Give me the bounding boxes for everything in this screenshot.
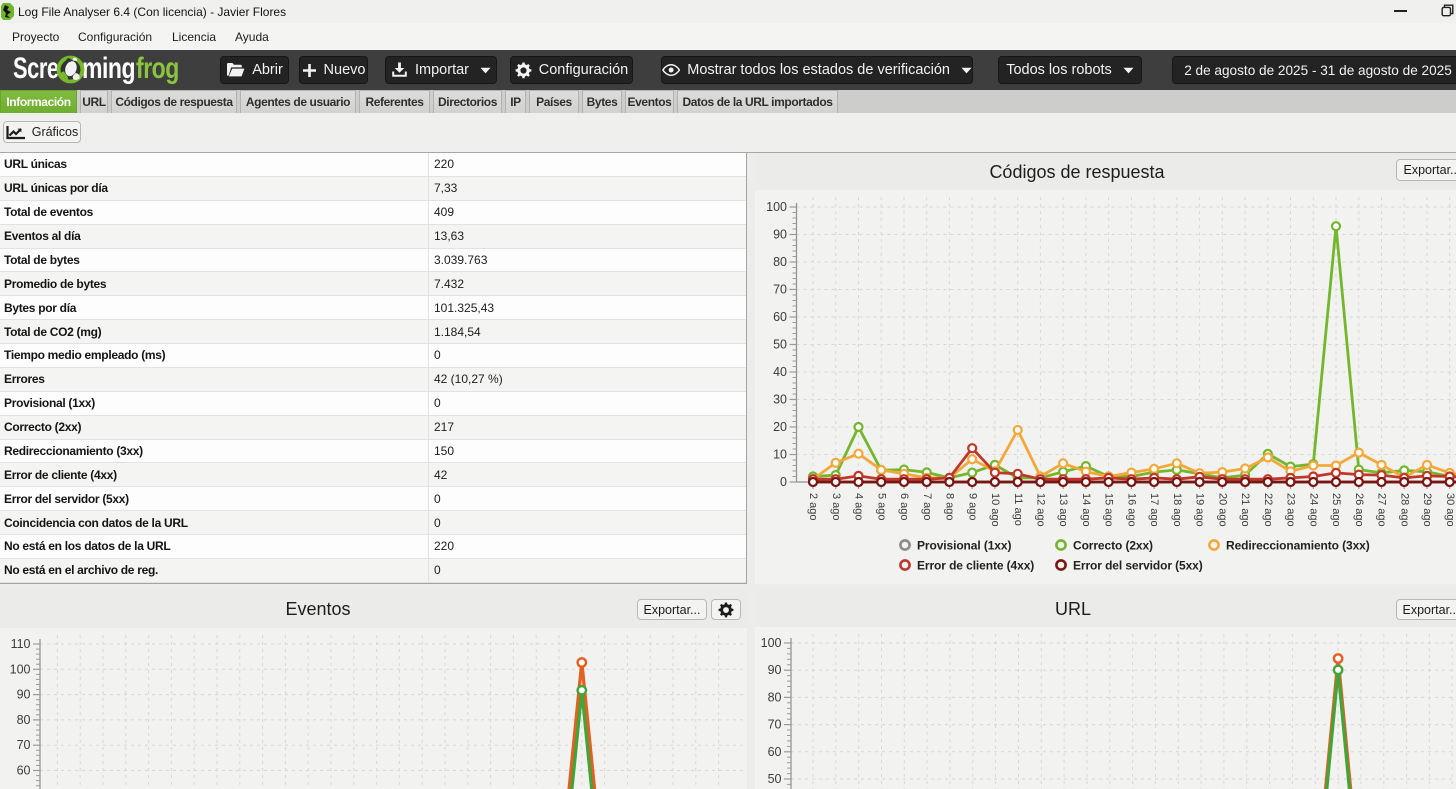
svg-text:70: 70: [773, 283, 787, 297]
svg-text:Error de cliente (4xx): Error de cliente (4xx): [917, 559, 1034, 573]
svg-text:0: 0: [780, 475, 787, 489]
svg-text:80: 80: [17, 713, 31, 727]
svg-text:60: 60: [773, 310, 787, 324]
svg-text:14 ago: 14 ago: [1080, 493, 1092, 527]
svg-text:10: 10: [773, 448, 787, 462]
svg-text:Redireccionamiento (3xx): Redireccionamiento (3xx): [1226, 539, 1370, 553]
svg-text:28 ago: 28 ago: [1398, 493, 1410, 527]
svg-text:50: 50: [768, 772, 782, 786]
svg-text:26 ago: 26 ago: [1353, 493, 1365, 527]
svg-text:20 ago: 20 ago: [1216, 493, 1228, 527]
svg-text:21 ago: 21 ago: [1239, 493, 1251, 527]
svg-text:9 ago: 9 ago: [966, 493, 978, 521]
svg-text:40: 40: [773, 365, 787, 379]
svg-text:20: 20: [773, 420, 787, 434]
svg-text:80: 80: [768, 690, 782, 704]
svg-text:70: 70: [768, 718, 782, 732]
svg-text:10 ago: 10 ago: [989, 493, 1001, 527]
svg-text:90: 90: [768, 663, 782, 677]
svg-text:100: 100: [766, 200, 787, 214]
svg-text:5 ago: 5 ago: [875, 493, 887, 521]
svg-text:80: 80: [773, 255, 787, 269]
svg-text:30: 30: [773, 393, 787, 407]
svg-text:18 ago: 18 ago: [1171, 493, 1183, 527]
svg-text:Correcto (2xx): Correcto (2xx): [1073, 539, 1153, 553]
svg-text:50: 50: [773, 338, 787, 352]
svg-text:90: 90: [17, 688, 31, 702]
svg-text:16 ago: 16 ago: [1125, 493, 1137, 527]
svg-text:Provisional (1xx): Provisional (1xx): [917, 539, 1011, 553]
svg-text:29 ago: 29 ago: [1421, 493, 1433, 527]
svg-text:22 ago: 22 ago: [1262, 493, 1274, 527]
svg-text:90: 90: [773, 228, 787, 242]
svg-text:25 ago: 25 ago: [1330, 493, 1342, 527]
svg-text:6 ago: 6 ago: [898, 493, 910, 521]
svg-text:3 ago: 3 ago: [830, 493, 842, 521]
svg-text:19 ago: 19 ago: [1194, 493, 1206, 527]
svg-text:17 ago: 17 ago: [1148, 493, 1160, 527]
svg-text:110: 110: [11, 637, 31, 651]
svg-text:8 ago: 8 ago: [943, 493, 955, 521]
svg-text:15 ago: 15 ago: [1103, 493, 1115, 527]
svg-text:27 ago: 27 ago: [1376, 493, 1388, 527]
svg-text:60: 60: [768, 745, 782, 759]
svg-text:2 ago: 2 ago: [807, 493, 819, 521]
svg-text:30 ago: 30 ago: [1444, 493, 1456, 527]
svg-text:12 ago: 12 ago: [1034, 493, 1046, 527]
svg-text:13 ago: 13 ago: [1057, 493, 1069, 527]
svg-text:23 ago: 23 ago: [1285, 493, 1297, 527]
svg-text:60: 60: [17, 764, 31, 778]
svg-text:100: 100: [10, 662, 31, 676]
svg-text:100: 100: [761, 636, 782, 650]
svg-text:24 ago: 24 ago: [1307, 493, 1319, 527]
svg-text:4 ago: 4 ago: [853, 493, 865, 521]
svg-text:7 ago: 7 ago: [921, 493, 933, 521]
svg-text:Error del servidor (5xx): Error del servidor (5xx): [1073, 559, 1203, 573]
svg-text:11 ago: 11 ago: [1012, 493, 1024, 526]
svg-text:70: 70: [17, 738, 31, 752]
